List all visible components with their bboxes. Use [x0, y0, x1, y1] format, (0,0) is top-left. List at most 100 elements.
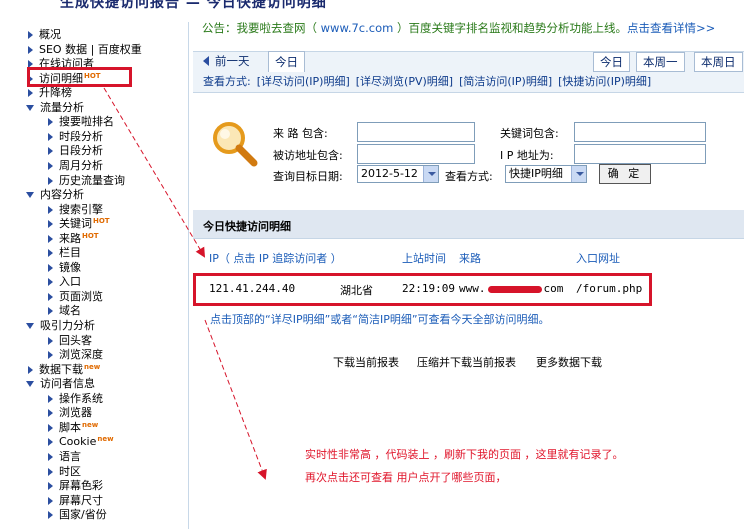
sidebar-item-label: 操作系统 [59, 391, 103, 405]
triangle-right-icon [48, 351, 53, 360]
sidebar-item[interactable]: 日段分析 [44, 144, 103, 158]
keyword-input[interactable] [574, 122, 706, 142]
sidebar-item-badge: HOT [82, 231, 99, 240]
date-nav-bar: 前一天 今日 今日 本周一 本周日 查看方式: [详尽访问(IP)明细] [详尽浏览… [193, 51, 744, 93]
tab-today[interactable]: 今日 [268, 51, 305, 72]
sidebar-item[interactable]: 访问者信息 [24, 377, 95, 391]
sidebar-item[interactable]: 搜索引擎 [44, 203, 103, 217]
row-highlight-annotation [193, 273, 652, 306]
mode-value: 快捷IP明细 [509, 167, 563, 180]
sidebar-item[interactable]: 操作系统 [44, 392, 103, 406]
triangle-right-icon [48, 147, 53, 156]
sidebar-item-label: 镜像 [59, 260, 81, 274]
this-monday-button[interactable]: 本周一 [636, 52, 685, 72]
sidebar-item[interactable]: 域名 [44, 304, 81, 318]
triangle-right-icon [48, 467, 53, 476]
sidebar-item[interactable]: 概况 [24, 28, 61, 42]
triangle-right-icon [48, 220, 53, 229]
triangle-right-icon [28, 45, 33, 54]
sidebar-item-label: 屏幕尺寸 [59, 493, 103, 507]
triangle-right-icon [48, 249, 53, 258]
sidebar-item-label: 日段分析 [59, 144, 103, 158]
sidebar-item[interactable]: 流量分析 [24, 101, 84, 115]
sidebar-item[interactable]: 屏幕尺寸 [44, 494, 103, 508]
announcement-detail-link[interactable]: 点击查看详情>> [627, 21, 715, 35]
download-zip-report-link[interactable]: 压缩并下载当前报表 [417, 354, 516, 370]
prev-day-button[interactable]: 前一天 [203, 52, 250, 71]
sidebar-item[interactable]: 关键词HOT [44, 217, 110, 231]
sidebar-item-label: 关键词 [59, 217, 92, 231]
sidebar-item[interactable]: 浏览深度 [44, 348, 103, 362]
triangle-down-icon [26, 104, 34, 111]
sidebar-item[interactable]: 页面浏览 [44, 290, 103, 304]
view-simple-ip-link[interactable]: [简洁访问(IP)明细] [459, 75, 552, 88]
sidebar-item[interactable]: 时区 [44, 465, 81, 479]
sidebar-item[interactable]: 时段分析 [44, 130, 103, 144]
sidebar-item[interactable]: 升降榜 [24, 86, 72, 100]
sidebar-item-label: 吸引力分析 [40, 319, 95, 332]
triangle-right-icon [48, 423, 53, 432]
triangle-right-icon [28, 89, 33, 98]
sidebar-item[interactable]: SEO 数据 | 百度权重 [24, 43, 142, 57]
sidebar-item[interactable]: 吸引力分析 [24, 319, 95, 333]
chevron-down-icon [571, 166, 586, 182]
sidebar-item[interactable]: 数据下载new [24, 363, 100, 377]
sidebar-item[interactable]: 脚本new [44, 421, 98, 435]
triangle-right-icon [48, 118, 53, 127]
triangle-right-icon [48, 336, 53, 345]
triangle-right-icon [48, 176, 53, 185]
sidebar-item[interactable]: 入口 [44, 275, 81, 289]
referrer-input[interactable] [357, 122, 475, 142]
download-report-link[interactable]: 下载当前报表 [333, 354, 399, 370]
column-entry: 入口网址 [576, 252, 620, 265]
triangle-right-icon [28, 31, 33, 39]
triangle-right-icon [48, 496, 53, 505]
view-quick-ip-link[interactable]: [快捷访问(IP)明细] [558, 75, 651, 88]
mode-select[interactable]: 快捷IP明细 [505, 165, 587, 183]
visited-url-input[interactable] [357, 144, 475, 164]
sidebar-item[interactable]: 来路HOT [44, 232, 99, 246]
sidebar-item-label: 内容分析 [40, 188, 84, 202]
chevron-down-icon [423, 166, 438, 182]
triangle-right-icon [48, 278, 53, 287]
view-detailed-pv-link[interactable]: [详尽浏览(PV)明细] [356, 75, 453, 88]
sidebar-item[interactable]: 语言 [44, 450, 81, 464]
chevron-left-icon [203, 56, 209, 66]
this-sunday-button[interactable]: 本周日 [694, 52, 743, 72]
sidebar-item-label: 数据下载 [39, 362, 83, 376]
sidebar-item[interactable]: 历史流量查询 [44, 174, 125, 188]
annotation-line-1: 实时性非常高 ，代码装上 ，刷新下我的页面 ，这里就有记录了。 [305, 448, 624, 461]
page-title-strip: 生成快捷访问报告 — 今日快捷访问明细 [0, 0, 744, 10]
column-ip: IP（ 点击 IP 追踪访问者 ） [209, 252, 342, 265]
sidebar-item[interactable]: 屏幕色彩 [44, 479, 103, 493]
sidebar-item-label: 概况 [39, 28, 61, 41]
announcement: 公告：我要啦去查网（ www.7c.com ）百度关键字排名监视和趋势分析功能上… [202, 20, 715, 36]
sidebar-item-label: 流量分析 [40, 100, 84, 114]
sidebar-item[interactable]: 回头客 [44, 334, 92, 348]
visits-hint: 点击顶部的“详尽IP明细”或者“简洁IP明细”可查看今天全部访问明细。 [210, 313, 550, 326]
sidebar-item[interactable]: 浏览器 [44, 406, 92, 420]
sidebar-item[interactable]: 国家/省份 [44, 508, 107, 522]
sidebar-item[interactable]: Cookienew [44, 435, 114, 449]
sidebar-item[interactable]: 周月分析 [44, 159, 103, 173]
column-time: 上站时间 [402, 252, 446, 265]
today-button[interactable]: 今日 [593, 52, 630, 72]
sidebar-item[interactable]: 搜要啦排名 [44, 115, 114, 129]
sidebar-item[interactable]: 内容分析 [24, 188, 84, 202]
ip-input[interactable] [574, 144, 706, 164]
view-detailed-ip-link[interactable]: [详尽访问(IP)明细] [257, 75, 350, 88]
referrer-label: 来 路 包含: [273, 127, 328, 140]
filter-form: 来 路 包含: 关键词包含: 被访地址包含: I P 地址为: 查询目标日期: … [193, 102, 744, 206]
sidebar-item-badge: new [97, 435, 114, 444]
triangle-right-icon [28, 365, 33, 374]
triangle-down-icon [26, 323, 34, 329]
triangle-right-icon [48, 161, 53, 170]
more-downloads-link[interactable]: 更多数据下载 [536, 354, 602, 370]
sidebar-item-label: 回头客 [59, 333, 92, 347]
sidebar-item-label: 语言 [59, 449, 81, 463]
date-select[interactable]: 2012-5-12 [357, 165, 439, 183]
sidebar-item[interactable]: 栏目 [44, 246, 81, 260]
confirm-button[interactable]: 确 定 [599, 164, 651, 184]
triangle-right-icon [48, 234, 53, 243]
sidebar-item[interactable]: 镜像 [44, 261, 81, 275]
